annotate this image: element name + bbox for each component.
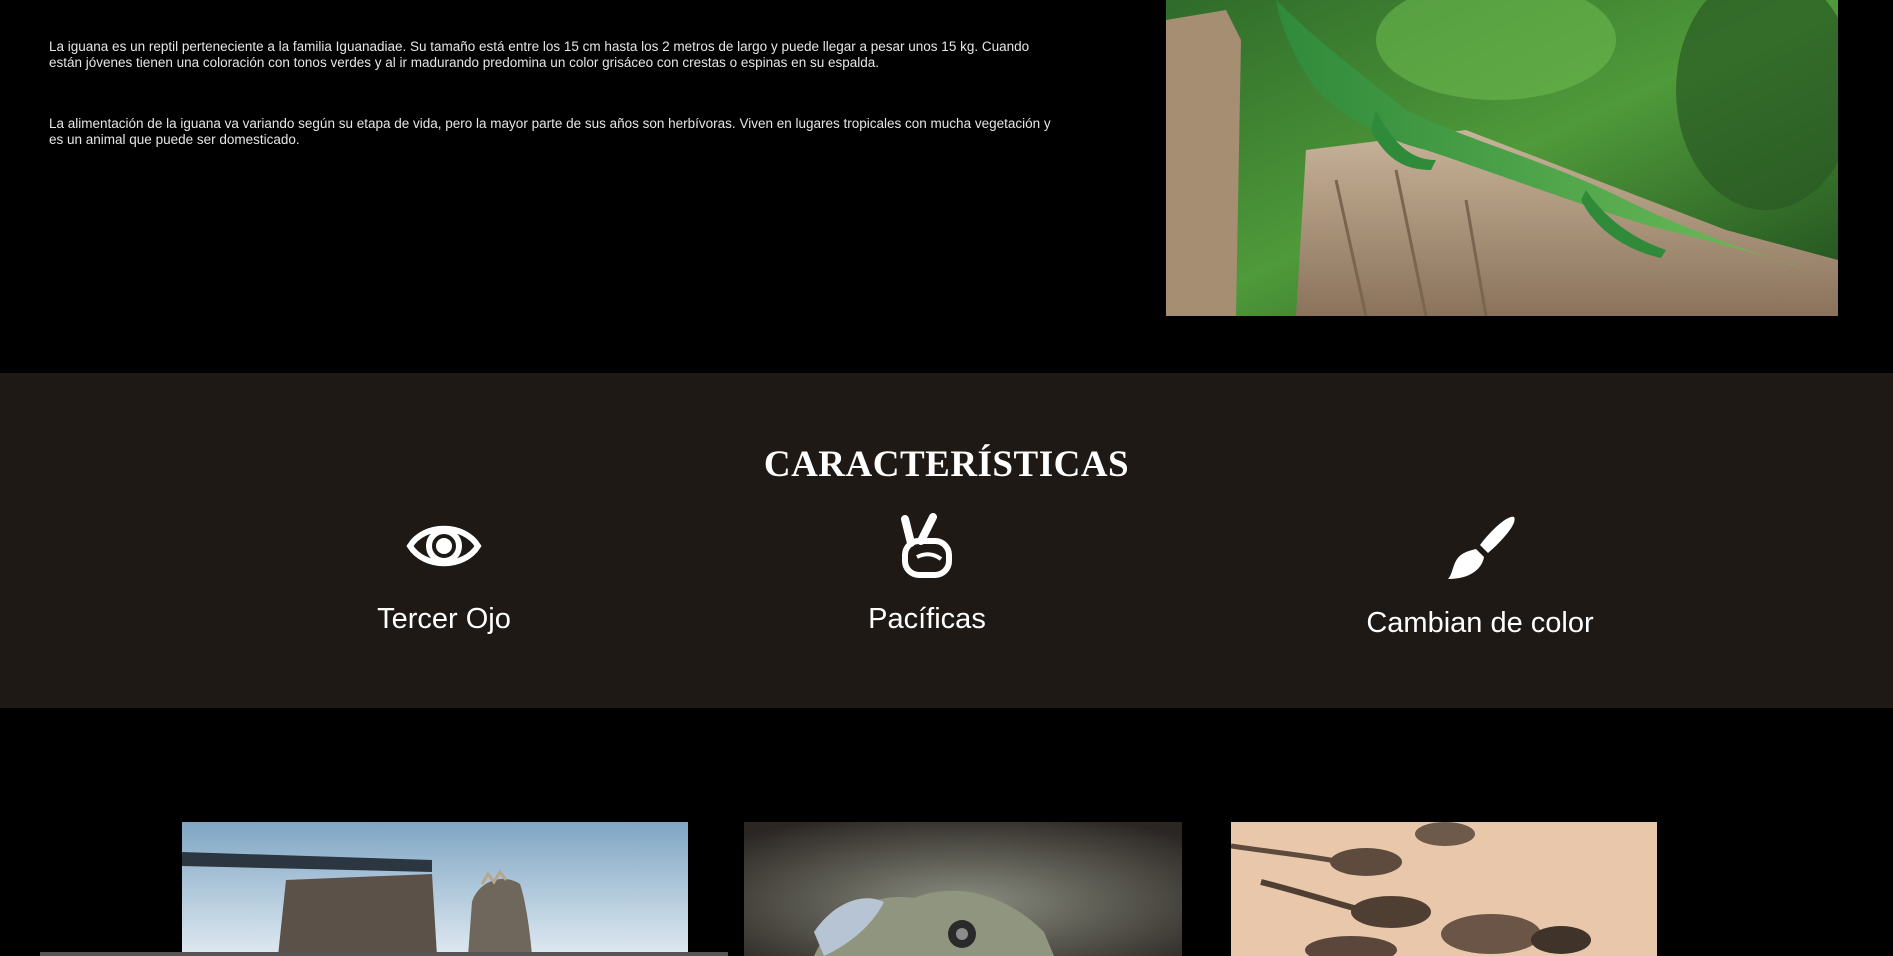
intro-paragraph-1: La iguana es un reptil perteneciente a l…	[49, 39, 1030, 70]
iguana-closeup-image	[744, 822, 1182, 956]
iguana-shore-image	[182, 822, 688, 956]
intro-paragraph-2: La alimentación de la iguana va variando…	[49, 116, 1051, 147]
feature-label: Pacíficas	[868, 603, 986, 635]
paintbrush-icon	[1448, 516, 1515, 579]
horizontal-scrollbar[interactable]	[40, 952, 728, 956]
peace-hand-icon	[901, 513, 952, 578]
feature-label: Cambian de color	[1366, 607, 1594, 639]
gallery-section	[0, 708, 1893, 956]
feature-label: Tercer Ojo	[377, 603, 511, 635]
feature-cambian-color: Cambian de color	[1300, 513, 1660, 640]
intro-section: La iguana es un reptil perteneciente a l…	[0, 0, 1893, 373]
eye-icon	[406, 525, 482, 567]
feature-pacificas: Pacíficas	[747, 513, 1107, 636]
iguanas-sand-image	[1231, 822, 1657, 956]
green-iguana-image	[1166, 0, 1838, 316]
features-section: CARACTERÍSTICAS Tercer Ojo Pacíficas Cam…	[0, 373, 1893, 708]
feature-tercer-ojo: Tercer Ojo	[264, 513, 624, 636]
features-title: CARACTERÍSTICAS	[763, 444, 1130, 485]
